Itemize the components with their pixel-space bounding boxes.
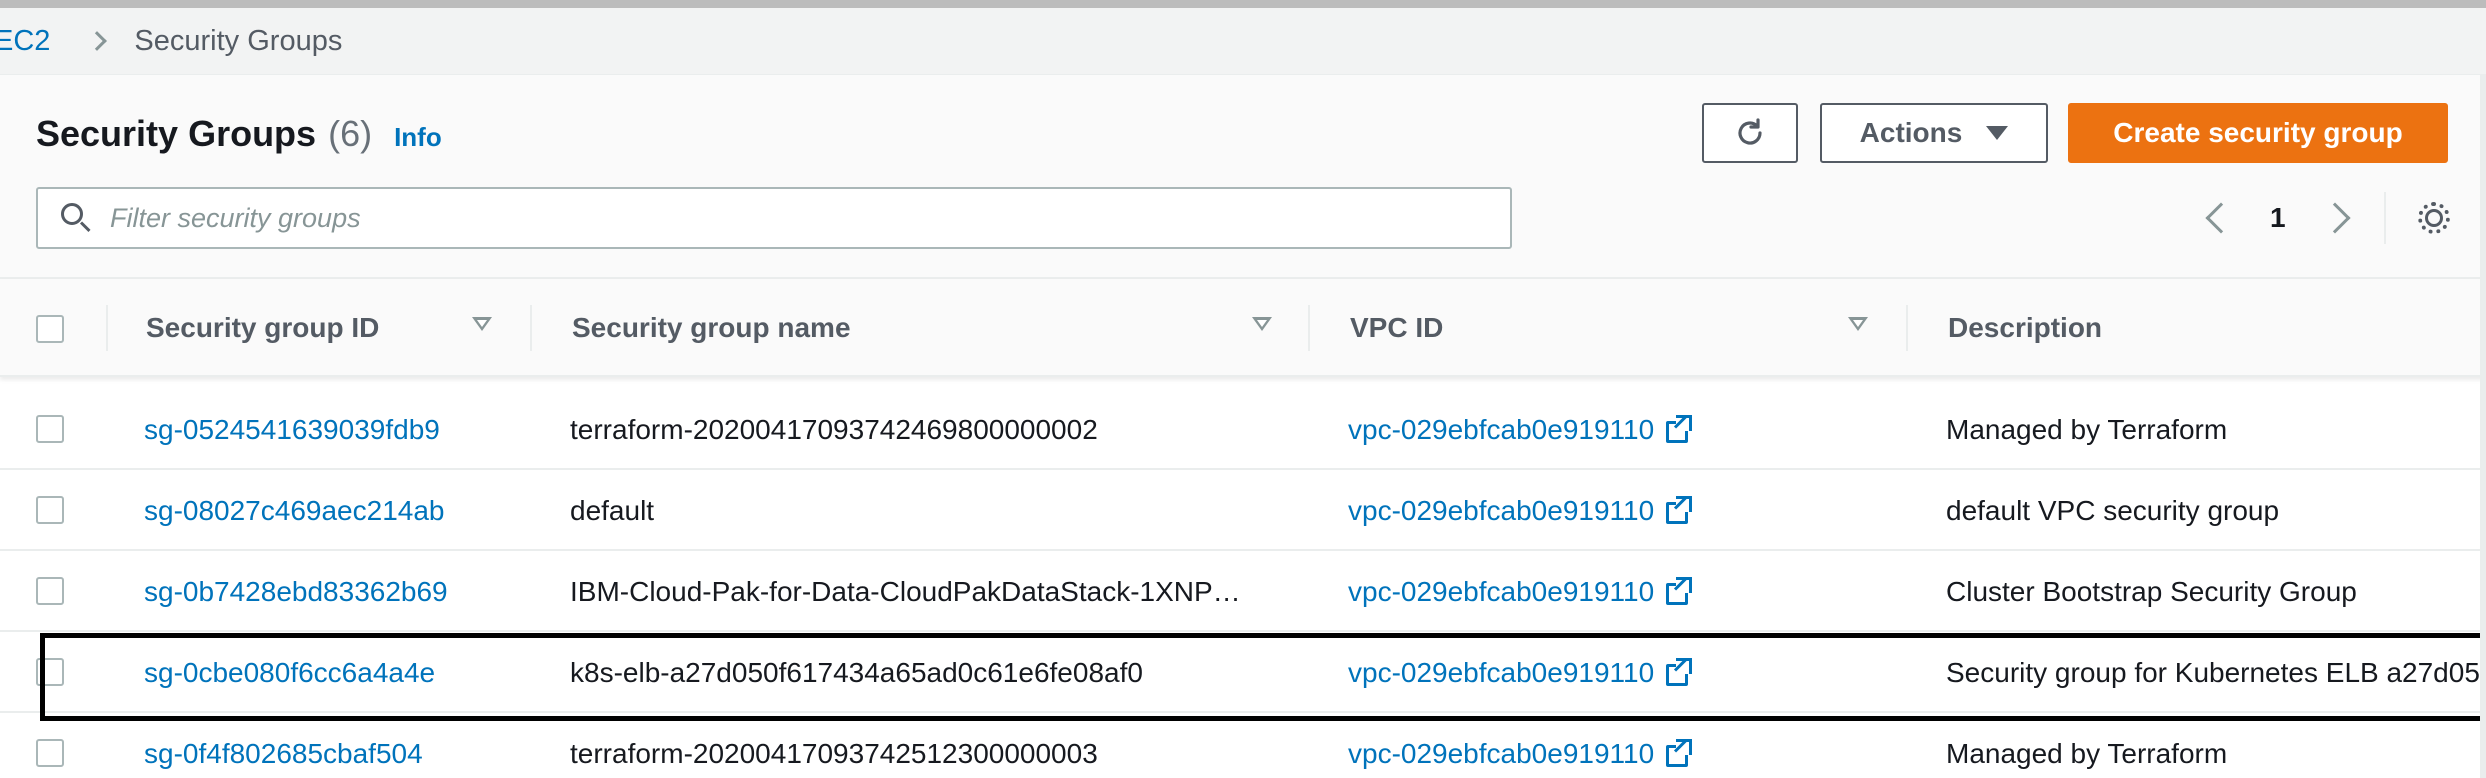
table-row[interactable]: sg-0b7428ebd83362b69 IBM-Cloud-Pak-for-D… xyxy=(0,551,2486,632)
vpc-id-text: vpc-029ebfcab0e919110 xyxy=(1348,575,1655,607)
vpc-id-link[interactable]: vpc-029ebfcab0e919110 xyxy=(1348,470,1708,551)
column-header-label: Security group name xyxy=(572,312,851,343)
row-checkbox[interactable] xyxy=(36,415,64,443)
column-header-security-group-name[interactable]: Security group name xyxy=(572,279,851,377)
security-group-name: k8s-elb-a27d050f617434a65ad0c61e6fe08af0 xyxy=(570,656,1143,688)
external-link-icon xyxy=(1666,576,1693,605)
panel-header: Security Groups (6) Info Actions Create … xyxy=(0,75,2486,279)
row-checkbox[interactable] xyxy=(36,577,64,605)
column-divider xyxy=(530,305,532,351)
search-box xyxy=(36,187,1512,249)
security-group-name: terraform-20200417093742512300000003 xyxy=(570,737,1098,769)
security-group-name: IBM-Cloud-Pak-for-Data-CloudPakDataStack… xyxy=(570,575,1241,607)
breadcrumb-ec2-link[interactable]: EC2 xyxy=(0,25,50,58)
column-divider xyxy=(1308,305,1310,351)
page-title: Security Groups (6) Info xyxy=(36,113,442,155)
table-row[interactable]: sg-0f4f802685cbaf504 terraform-202004170… xyxy=(0,713,2486,778)
description: Managed by Terraform xyxy=(1946,737,2228,769)
column-divider xyxy=(106,305,108,351)
sort-icon[interactable] xyxy=(1252,317,1272,331)
table-row[interactable]: sg-0524541639039fdb9 terraform-202004170… xyxy=(0,389,2486,470)
external-link-icon xyxy=(1666,495,1693,524)
description: Cluster Bootstrap Security Group xyxy=(1946,575,2357,607)
table-row[interactable]: sg-0cbe080f6cc6a4a4e k8s-elb-a27d050f617… xyxy=(0,632,2486,713)
description: Managed by Terraform xyxy=(1946,413,2228,445)
row-checkbox[interactable] xyxy=(36,739,64,767)
breadcrumb-current: Security Groups xyxy=(134,24,343,57)
column-header-vpc-id[interactable]: VPC ID xyxy=(1350,279,1443,377)
actions-label: Actions xyxy=(1859,117,1963,148)
pagination: 1 xyxy=(2196,192,2452,244)
security-group-id-link[interactable]: sg-0f4f802685cbaf504 xyxy=(144,713,524,778)
panel-edge xyxy=(2480,74,2486,778)
next-page-icon[interactable] xyxy=(2319,202,2351,234)
sort-icon[interactable] xyxy=(472,317,492,331)
external-link-icon xyxy=(1666,738,1693,767)
window-top-edge xyxy=(0,0,2486,8)
security-group-name: terraform-20200417093742469800000002 xyxy=(570,413,1098,445)
security-group-id-link[interactable]: sg-0cbe080f6cc6a4a4e xyxy=(144,632,524,713)
vpc-id-text: vpc-029ebfcab0e919110 xyxy=(1348,737,1655,769)
security-group-id-link[interactable]: sg-08027c469aec214ab xyxy=(144,470,524,551)
breadcrumb: EC2 Security Groups xyxy=(0,8,2486,74)
row-checkbox[interactable] xyxy=(36,496,64,524)
actions-dropdown-button[interactable]: Actions xyxy=(1820,103,2048,163)
select-all-checkbox[interactable] xyxy=(36,315,64,343)
sort-icon[interactable] xyxy=(1848,317,1868,331)
current-page-number[interactable]: 1 xyxy=(2270,202,2286,234)
search-icon xyxy=(58,200,94,236)
column-divider xyxy=(1906,305,1908,351)
vpc-id-link[interactable]: vpc-029ebfcab0e919110 xyxy=(1348,551,1708,632)
security-groups-panel: Security Groups (6) Info Actions Create … xyxy=(0,74,2486,778)
vpc-id-link[interactable]: vpc-029ebfcab0e919110 xyxy=(1348,389,1708,470)
create-security-group-button[interactable]: Create security group xyxy=(2068,103,2448,163)
vpc-id-text: vpc-029ebfcab0e919110 xyxy=(1348,413,1655,445)
table-row[interactable]: sg-08027c469aec214ab default vpc-029ebfc… xyxy=(0,470,2486,551)
page-title-text: Security Groups xyxy=(36,113,317,154)
vpc-id-link[interactable]: vpc-029ebfcab0e919110 xyxy=(1348,713,1708,778)
external-link-icon xyxy=(1666,657,1693,686)
table-header: Security group ID Security group name VP… xyxy=(0,279,2486,377)
description: Security group for Kubernetes ELB a27d05 xyxy=(1946,656,2480,688)
external-link-icon xyxy=(1666,414,1693,443)
divider xyxy=(2383,192,2386,244)
previous-page-icon[interactable] xyxy=(2205,202,2237,234)
vpc-id-text: vpc-029ebfcab0e919110 xyxy=(1348,494,1655,526)
refresh-button[interactable] xyxy=(1702,103,1798,163)
info-link[interactable]: Info xyxy=(394,122,442,153)
column-header-label: VPC ID xyxy=(1350,312,1444,343)
vpc-id-text: vpc-029ebfcab0e919110 xyxy=(1348,656,1655,688)
chevron-right-icon xyxy=(87,31,108,51)
caret-down-icon xyxy=(1986,126,2009,140)
column-header-label: Security group ID xyxy=(146,312,380,343)
gear-icon[interactable] xyxy=(2416,200,2452,236)
search-input[interactable] xyxy=(110,202,1490,234)
description: default VPC security group xyxy=(1946,494,2280,526)
vpc-id-link[interactable]: vpc-029ebfcab0e919110 xyxy=(1348,632,1708,713)
security-group-id-link[interactable]: sg-0b7428ebd83362b69 xyxy=(144,551,524,632)
column-header-label: Description xyxy=(1948,312,2103,343)
row-checkbox[interactable] xyxy=(36,658,64,686)
security-group-name: default xyxy=(570,494,655,526)
refresh-icon xyxy=(1738,118,1762,145)
security-group-id-link[interactable]: sg-0524541639039fdb9 xyxy=(144,389,524,470)
security-group-count: (6) xyxy=(328,113,373,154)
column-header-security-group-id[interactable]: Security group ID xyxy=(146,279,379,377)
column-header-description[interactable]: Description xyxy=(1948,279,2102,377)
